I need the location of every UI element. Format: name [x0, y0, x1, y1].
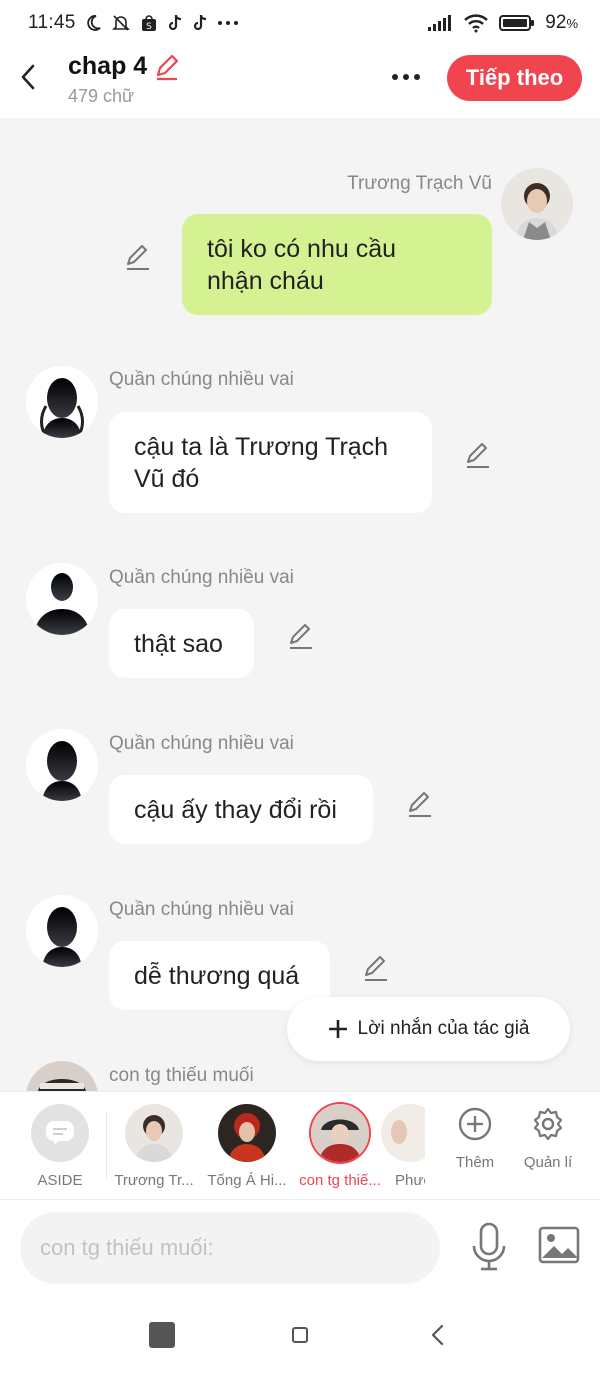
signal-icon	[428, 15, 452, 31]
back-button[interactable]	[14, 60, 42, 94]
next-button[interactable]: Tiếp theo	[447, 55, 582, 101]
author-note-label: Lời nhắn của tác giả	[357, 1018, 530, 1039]
character-avatar	[311, 1104, 369, 1162]
recent-apps-button[interactable]	[149, 1322, 175, 1348]
speech-bubble-icon	[46, 1121, 74, 1145]
chat-area[interactable]: Trương Trạch Vũ tôi ko có nhu cầu nhận ch…	[0, 118, 600, 1091]
edit-message-icon[interactable]	[462, 440, 492, 470]
speaker-name: Trương Trạch Vũ	[347, 173, 492, 194]
pencil-icon[interactable]	[153, 53, 181, 81]
aside-avatar	[31, 1104, 89, 1162]
divider	[106, 1112, 107, 1178]
character-aside[interactable]: ASIDE	[15, 1104, 105, 1189]
gear-icon	[533, 1107, 563, 1141]
add-character-label: Thêm	[455, 1154, 495, 1171]
muted-bell-icon	[111, 15, 130, 31]
chat-message: Quần chúng nhiều vai cậu ấy thay đổi rồi	[0, 724, 600, 854]
status-time: 11:45	[28, 12, 76, 33]
avatar-image	[26, 1061, 98, 1091]
silhouette-avatar-image	[26, 895, 98, 967]
status-notification-icons: S	[84, 13, 239, 33]
silhouette-avatar-image	[26, 563, 98, 635]
speaker-name: Quần chúng nhiều vai	[109, 567, 294, 588]
character-truong-trach-vu[interactable]: Trương Tr...	[109, 1104, 199, 1189]
chapter-header: chap 4 479 chữ Tiếp theo	[0, 46, 600, 118]
dot-icon	[392, 74, 398, 80]
shopping-bag-icon: S	[141, 15, 156, 32]
status-bar: 11:45 S 92%	[0, 0, 600, 46]
edit-message-icon[interactable]	[122, 242, 152, 272]
battery-icon	[499, 15, 535, 31]
speaker-name: Quần chúng nhiều vai	[109, 369, 294, 390]
edit-message-icon[interactable]	[404, 789, 434, 819]
microphone-icon[interactable]	[470, 1222, 508, 1272]
character-selector: ASIDE Trương Tr... Tống Á Hi... con tg t…	[0, 1091, 600, 1199]
home-button[interactable]	[292, 1327, 308, 1343]
silhouette-avatar-image	[26, 366, 98, 438]
avatar-image	[381, 1104, 425, 1162]
add-character-button[interactable]: Thêm	[440, 1106, 510, 1171]
avatar-image	[125, 1104, 183, 1162]
author-note-button[interactable]: Lời nhắn của tác giả	[287, 997, 570, 1061]
moon-icon	[86, 15, 101, 31]
dot-icon	[414, 74, 420, 80]
character-avatar	[381, 1104, 425, 1162]
character-label: Tống Á Hi...	[207, 1172, 287, 1189]
message-composer	[0, 1199, 600, 1295]
message-bubble[interactable]: dễ thương quá	[109, 941, 330, 1010]
speaker-name: Quần chúng nhiều vai	[109, 733, 294, 754]
speaker-name: Quần chúng nhiều vai	[109, 899, 294, 920]
chapter-title-text: chap 4	[68, 52, 148, 80]
chapter-title[interactable]: chap 4	[68, 52, 181, 81]
overflow-dots-icon	[217, 21, 238, 25]
avatar-quan-chung[interactable]	[26, 366, 98, 438]
character-label: Phươ	[395, 1172, 425, 1189]
tiktok-icon	[168, 14, 181, 31]
manage-characters-label: Quản lí	[523, 1154, 573, 1171]
tiktok-icon-2	[193, 14, 206, 31]
avatar-quan-chung[interactable]	[26, 563, 98, 635]
character-avatar	[125, 1104, 183, 1162]
manage-characters-button[interactable]: Quản lí	[513, 1106, 583, 1171]
system-back-button[interactable]	[428, 1323, 448, 1347]
chat-message: con tg thiếu muối	[0, 1056, 600, 1091]
wifi-icon	[464, 14, 489, 33]
avatar-quan-chung[interactable]	[26, 895, 98, 967]
dot-icon	[403, 74, 409, 80]
chevron-left-icon	[21, 64, 35, 90]
edit-message-icon[interactable]	[360, 953, 390, 983]
character-label: ASIDE	[37, 1172, 83, 1189]
character-label: Trương Tr...	[114, 1172, 194, 1189]
character-phuong[interactable]: Phươ	[365, 1104, 425, 1189]
avatar-image	[311, 1104, 369, 1162]
plus-circle-icon	[458, 1107, 492, 1141]
word-count: 479 chữ	[68, 86, 135, 106]
character-avatar	[218, 1104, 276, 1162]
speaker-name: con tg thiếu muối	[109, 1065, 254, 1086]
character-tong-a-hien[interactable]: Tống Á Hi...	[202, 1104, 292, 1189]
chat-message: Trương Trạch Vũ tôi ko có nhu cầu nhận ch…	[0, 118, 600, 328]
message-input[interactable]	[20, 1212, 440, 1284]
message-bubble[interactable]: cậu ấy thay đổi rồi	[109, 775, 373, 844]
avatar-image	[218, 1104, 276, 1162]
avatar-truong-trach-vu[interactable]	[501, 168, 573, 240]
more-options-button[interactable]	[386, 66, 426, 88]
message-bubble[interactable]: tôi ko có nhu cầu nhận cháu	[182, 214, 492, 315]
battery-level: 92%	[545, 12, 578, 33]
silhouette-avatar-image	[26, 729, 98, 801]
avatar-con-tg-thieu-muoi[interactable]	[26, 1061, 98, 1091]
edit-message-icon[interactable]	[285, 621, 315, 651]
plus-icon	[328, 1020, 347, 1038]
svg-text:S: S	[146, 22, 152, 32]
message-bubble[interactable]: cậu ta là Trương Trạch Vũ đó	[109, 412, 432, 513]
chat-message: Quần chúng nhiều vai thật sao	[0, 558, 600, 688]
avatar-image	[501, 168, 573, 240]
avatar-quan-chung[interactable]	[26, 729, 98, 801]
chat-message: Quần chúng nhiều vai cậu ta là Trương Tr…	[0, 358, 600, 518]
system-navigation-bar	[0, 1295, 600, 1375]
image-icon[interactable]	[538, 1226, 580, 1266]
message-bubble[interactable]: thật sao	[109, 609, 254, 678]
